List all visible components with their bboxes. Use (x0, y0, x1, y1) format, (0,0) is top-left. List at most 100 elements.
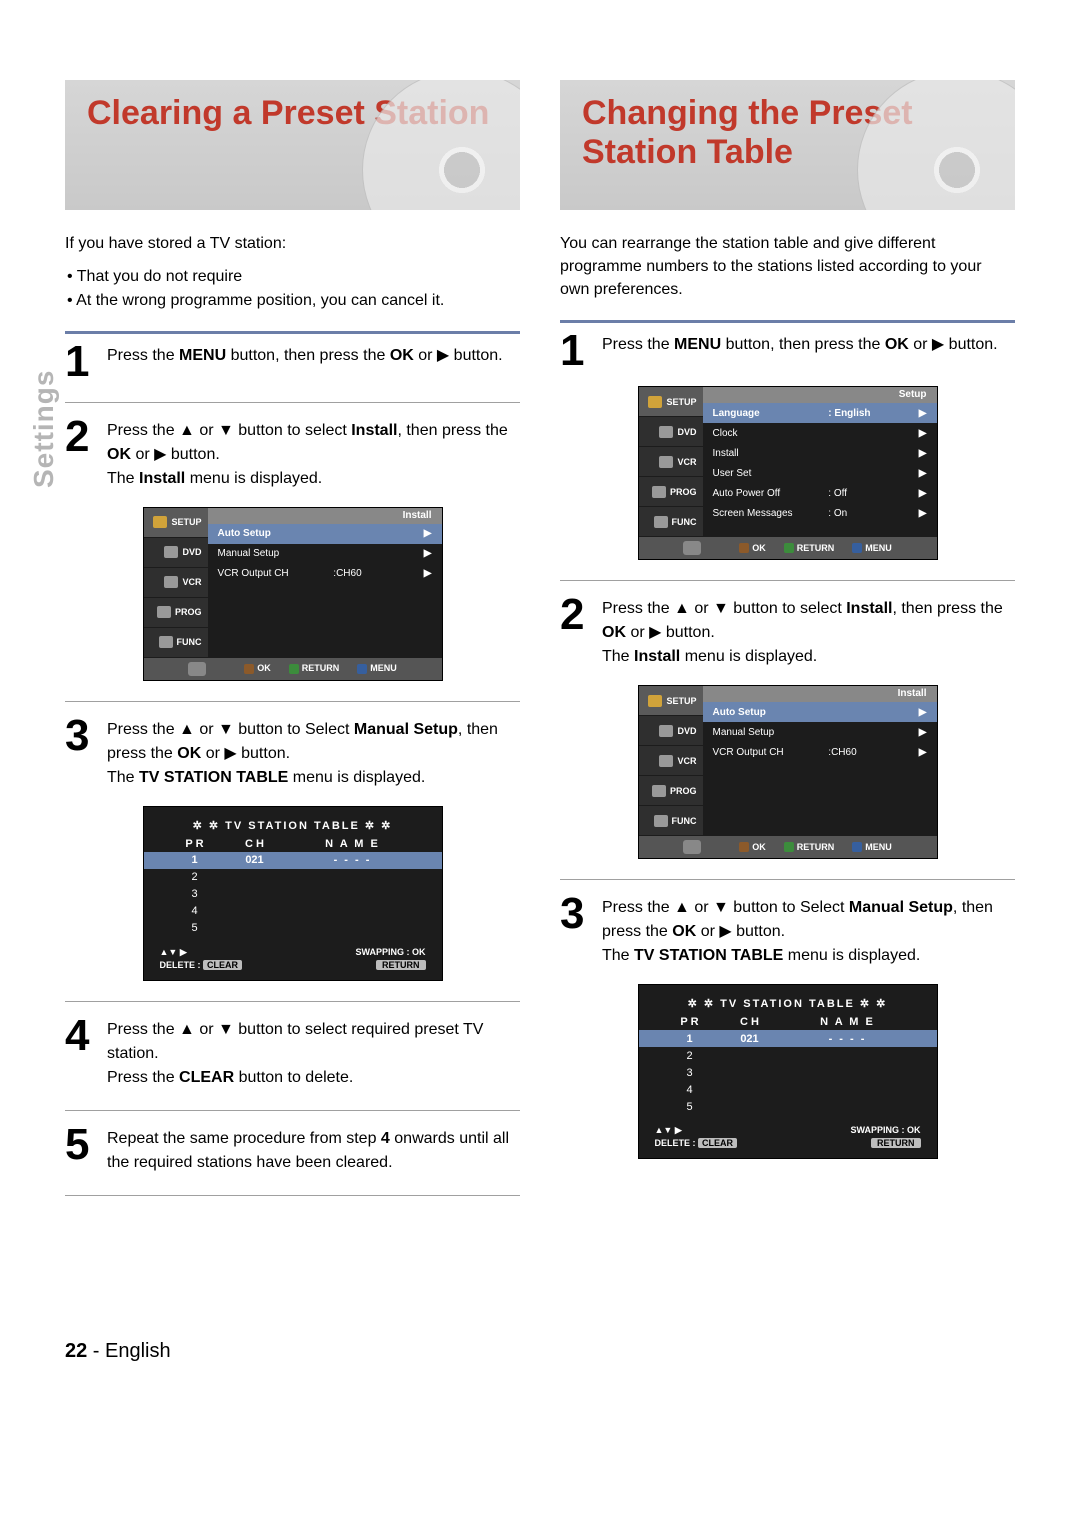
osd-row: Auto Setup▶ (208, 524, 442, 544)
vcr-icon (659, 755, 673, 767)
step-number: 2 (560, 595, 592, 635)
divider (65, 402, 520, 403)
prog-icon (652, 785, 666, 797)
step-number: 3 (560, 894, 592, 934)
divider (560, 320, 1015, 323)
tab-prog: PROG (639, 776, 703, 806)
ok-dot-icon (244, 664, 254, 674)
menu-dot-icon (852, 543, 862, 553)
tab-prog: PROG (639, 477, 703, 507)
step-number: 1 (65, 342, 97, 382)
osd-install-menu: SETUP DVD VCR PROG FUNC Install Auto Set… (638, 685, 938, 859)
tv-table-header: P RC HN A M E (144, 838, 442, 852)
tab-dvd: DVD (144, 538, 208, 568)
tv-table-row: 4 (144, 903, 442, 920)
tv-table-row: 3 (639, 1064, 937, 1081)
tv-table-footer-2: DELETE : CLEARRETURN (639, 1138, 937, 1152)
osd-row: Auto Power Off: Off▶ (703, 483, 937, 503)
osd-footer: OK RETURN MENU (639, 836, 937, 858)
osd-row: Clock▶ (703, 423, 937, 443)
tv-station-table: ✲ ✲ TV STATION TABLE ✲ ✲ P RC HN A M E 1… (143, 806, 443, 981)
menu-dot-icon (852, 842, 862, 852)
gear-icon (648, 695, 662, 707)
return-dot-icon (289, 664, 299, 674)
step-number: 3 (65, 716, 97, 756)
bullet-list-left: That you do not require At the wrong pro… (65, 265, 520, 313)
ok-dot-icon (739, 543, 749, 553)
tab-dvd: DVD (639, 716, 703, 746)
step-text: Press the ▲ or ▼ button to Select Manual… (602, 894, 1015, 968)
divider (65, 331, 520, 334)
tv-table-title: ✲ ✲ TV STATION TABLE ✲ ✲ (639, 997, 937, 1010)
osd-tabs: SETUP DVD VCR PROG FUNC (639, 686, 703, 836)
tab-vcr: VCR (639, 746, 703, 776)
side-label-settings: Settings (28, 370, 60, 488)
bullet-2: At the wrong programme position, you can… (67, 289, 520, 313)
tab-dvd: DVD (639, 417, 703, 447)
dvd-icon (164, 546, 178, 558)
tv-table-row: 3 (144, 886, 442, 903)
step-4-left: 4 Press the ▲ or ▼ button to select requ… (65, 1016, 520, 1090)
tab-func: FUNC (639, 806, 703, 836)
dvd-icon (659, 426, 673, 438)
osd-row: VCR Output CH:CH60▶ (703, 742, 937, 762)
step-1-right: 1 Press the MENU button, then press the … (560, 331, 1015, 371)
tab-setup: SETUP (639, 686, 703, 716)
return-dot-icon (784, 543, 794, 553)
gear-icon (153, 516, 167, 528)
osd-footer: OK RETURN MENU (639, 537, 937, 559)
dpad-icon (188, 662, 206, 676)
osd-row: User Set▶ (703, 463, 937, 483)
tv-table-row: 2 (144, 869, 442, 886)
tv-table-row: 5 (639, 1098, 937, 1115)
dpad-icon (683, 840, 701, 854)
osd-footer: OK RETURN MENU (144, 658, 442, 680)
func-icon (654, 815, 668, 827)
osd-install-menu: SETUP DVD VCR PROG FUNC Install Auto Set… (143, 507, 443, 681)
func-icon (654, 516, 668, 528)
osd-tabs: SETUP DVD VCR PROG FUNC (639, 387, 703, 537)
osd-setup-menu: SETUP DVD VCR PROG FUNC Setup Language: … (638, 386, 938, 560)
step-5-left: 5 Repeat the same procedure from step 4 … (65, 1125, 520, 1175)
osd-row: Manual Setup▶ (208, 544, 442, 564)
tv-table-footer-1: ▲▼ ▶SWAPPING : OK (144, 937, 442, 960)
osd-tabs: SETUP DVD VCR PROG FUNC (144, 508, 208, 658)
dpad-icon (683, 541, 701, 555)
divider (65, 1195, 520, 1196)
divider (65, 1001, 520, 1002)
step-text: Press the ▲ or ▼ button to Select Manual… (107, 716, 520, 790)
divider (560, 580, 1015, 581)
osd-row: Install▶ (703, 443, 937, 463)
step-3-right: 3 Press the ▲ or ▼ button to Select Manu… (560, 894, 1015, 968)
prog-icon (652, 486, 666, 498)
tab-func: FUNC (639, 507, 703, 537)
osd-row: Auto Setup▶ (703, 702, 937, 722)
tv-station-table: ✲ ✲ TV STATION TABLE ✲ ✲ P RC HN A M E 1… (638, 984, 938, 1159)
menu-dot-icon (357, 664, 367, 674)
right-column: Changing the Preset Station Table You ca… (560, 80, 1015, 1210)
tab-setup: SETUP (144, 508, 208, 538)
tab-vcr: VCR (144, 568, 208, 598)
tv-table-row: 2 (639, 1047, 937, 1064)
gear-icon (648, 396, 662, 408)
dvd-icon (659, 725, 673, 737)
tv-table-footer-1: ▲▼ ▶SWAPPING : OK (639, 1115, 937, 1138)
step-text: Press the ▲ or ▼ button to select Instal… (107, 417, 520, 491)
bullet-1: That you do not require (67, 265, 520, 289)
osd-header: Setup (703, 387, 937, 403)
divider (65, 701, 520, 702)
tv-table-title: ✲ ✲ TV STATION TABLE ✲ ✲ (144, 819, 442, 832)
step-number: 1 (560, 331, 592, 371)
title-box-right: Changing the Preset Station Table (560, 80, 1015, 210)
step-text: Repeat the same procedure from step 4 on… (107, 1125, 520, 1175)
tv-table-row: 4 (639, 1081, 937, 1098)
step-text: Press the ▲ or ▼ button to select requir… (107, 1016, 520, 1090)
step-2-right: 2 Press the ▲ or ▼ button to select Inst… (560, 595, 1015, 669)
step-text: Press the ▲ or ▼ button to select Instal… (602, 595, 1015, 669)
tv-table-row: 5 (144, 920, 442, 937)
tab-setup: SETUP (639, 387, 703, 417)
osd-row: Manual Setup▶ (703, 722, 937, 742)
osd-header: Install (208, 508, 442, 524)
osd-row: Screen Messages: On▶ (703, 503, 937, 523)
tab-prog: PROG (144, 598, 208, 628)
